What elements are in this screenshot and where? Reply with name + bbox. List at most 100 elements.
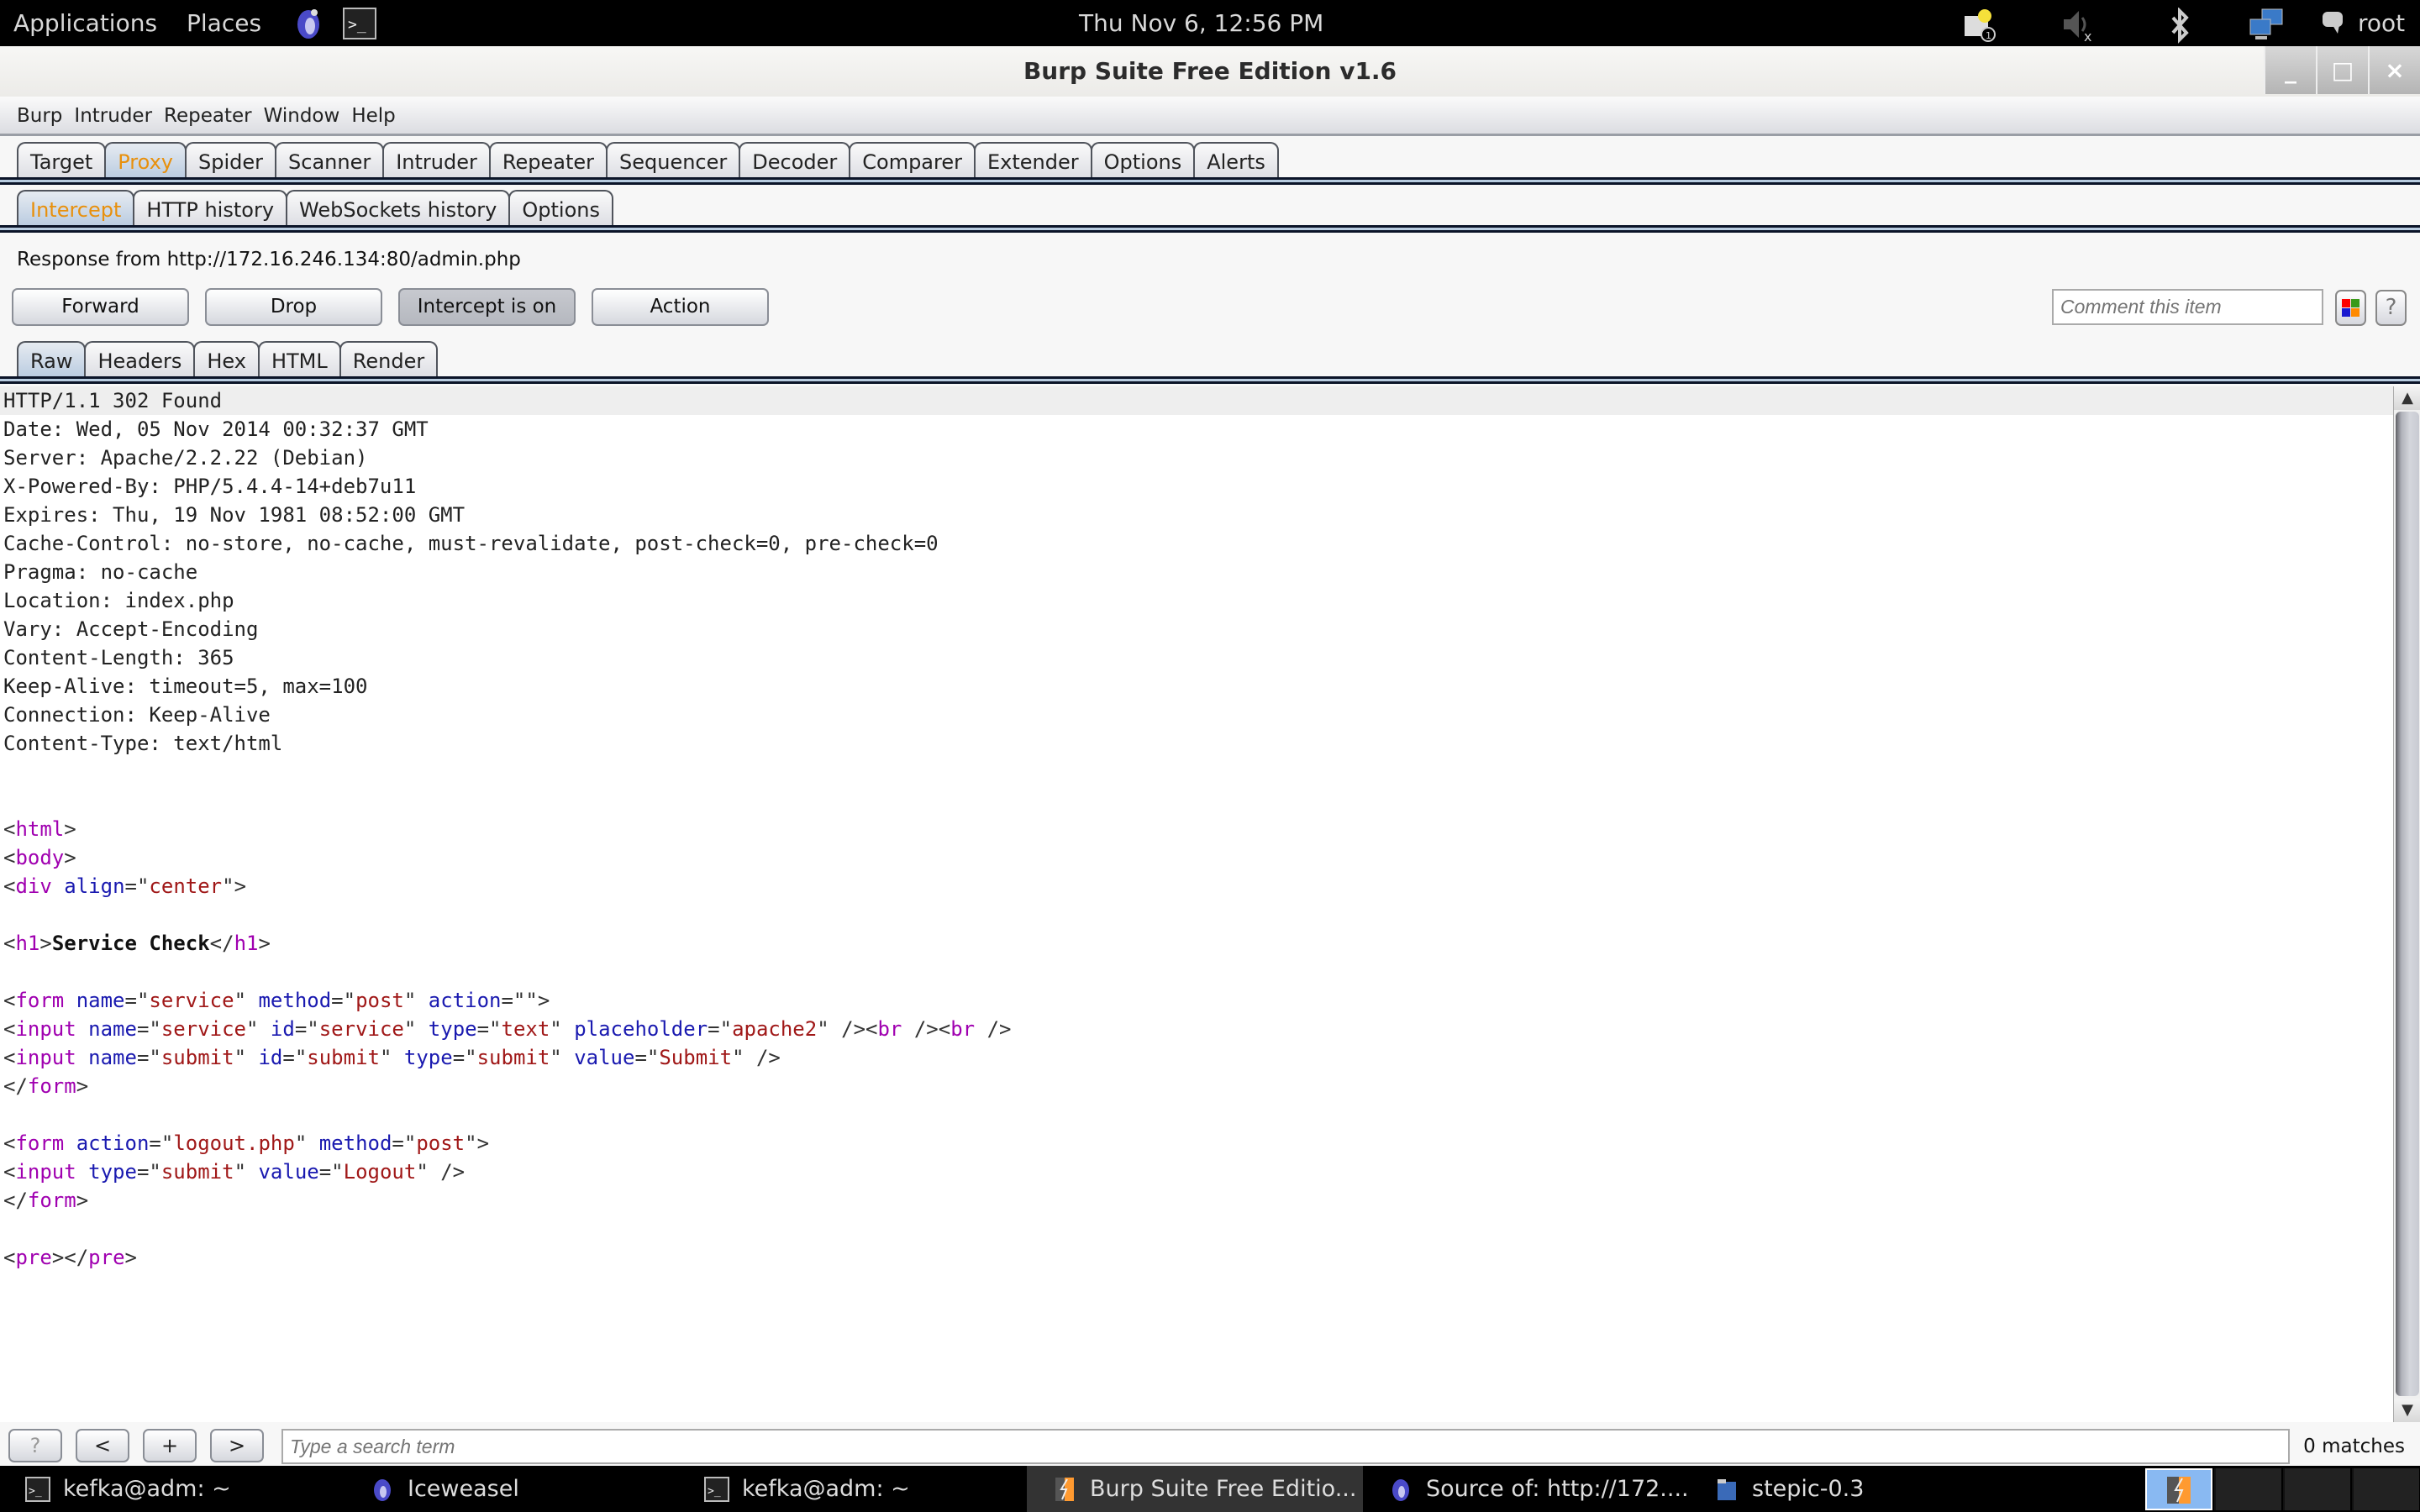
tab-html[interactable]: HTML [257,341,341,378]
terminal-icon: >_ [25,1477,50,1502]
tab-comparer[interactable]: Comparer [849,142,976,179]
menu-help[interactable]: Help [351,97,395,134]
tab-headers[interactable]: Headers [84,341,196,378]
header-line: Location: index.php [3,589,234,612]
tab-spider[interactable]: Spider [185,142,277,179]
iceweasel-launcher-icon[interactable] [292,8,324,39]
terminal-launcher-icon[interactable]: >_ [343,8,376,39]
workspace-4[interactable] [2352,1468,2419,1510]
body-line [0,900,2393,929]
action-button[interactable]: Action [592,288,769,326]
notification-icon[interactable]: 1 [1963,8,1996,42]
tab-hex[interactable]: Hex [193,341,260,378]
chat-icon[interactable] [2321,10,2353,42]
intercept-toggle-button[interactable]: Intercept is on [398,288,576,326]
tab-websockets-history[interactable]: WebSockets history [286,190,511,227]
maximize-button[interactable]: □ [2316,46,2368,94]
tab-options[interactable]: Options [1090,142,1196,179]
tab-intruder[interactable]: Intruder [382,142,491,179]
help-button[interactable]: ? [2375,290,2407,326]
network-icon[interactable] [2249,8,2283,39]
header-line: Cache-Control: no-store, no-cache, must-… [3,532,939,555]
tab-target[interactable]: Target [17,142,107,179]
taskbar-item[interactable]: Source of: http://172.... [1363,1466,1699,1512]
bluetooth-icon[interactable] [2168,7,2200,44]
svg-text:>_: >_ [348,16,366,34]
search-next-button[interactable]: > [210,1429,264,1462]
user-menu[interactable]: root [2358,0,2405,46]
forward-button[interactable]: Forward [12,288,189,326]
taskbar-item-active[interactable]: Burp Suite Free Editio... [1027,1466,1363,1512]
taskbar-item[interactable]: >_ kefka@adm: ~ [679,1466,1032,1512]
response-editor[interactable]: HTTP/1.1 302 Found Date: Wed, 05 Nov 2014… [0,386,2393,1422]
taskbar-item[interactable]: Iceweasel [345,1466,697,1512]
tab-intercept[interactable]: Intercept [17,190,135,227]
body-line: </form> [3,1189,89,1212]
search-add-button[interactable]: + [143,1429,197,1462]
taskbar-label: Burp Suite Free Editio... [1090,1476,1357,1502]
scroll-down-arrow[interactable]: ▼ [2394,1399,2420,1422]
tab-http-history[interactable]: HTTP history [133,190,288,227]
tab-sequencer[interactable]: Sequencer [606,142,741,179]
proxy-tabs-divider [0,225,2420,233]
burp-icon [2167,1477,2191,1504]
clock[interactable]: Thu Nov 6, 12:56 PM [1079,0,1323,46]
response-source-label: Response from http://172.16.246.134:80/a… [17,249,521,270]
tab-raw[interactable]: Raw [17,341,87,378]
volume-muted-icon[interactable]: x [2060,8,2092,45]
search-bar: ? < + > 0 matches [0,1422,2420,1466]
tab-alerts[interactable]: Alerts [1193,142,1279,179]
taskbar-item[interactable]: >_ kefka@adm: ~ [0,1466,353,1512]
search-help-button[interactable]: ? [8,1429,62,1462]
tab-proxy[interactable]: Proxy [104,142,187,179]
tab-proxy-options[interactable]: Options [508,190,613,227]
tab-decoder[interactable]: Decoder [739,142,851,179]
body-line: <input name="submit" id="submit" type="s… [3,1046,781,1069]
vertical-scrollbar[interactable]: ▲ ▼ [2393,386,2420,1422]
header-line: Content-Length: 365 [3,646,234,669]
applications-menu[interactable]: Applications [13,0,157,46]
drop-button[interactable]: Drop [205,288,382,326]
search-input[interactable] [281,1429,2290,1464]
header-line: Date: Wed, 05 Nov 2014 00:32:37 GMT [3,417,429,441]
tab-extender[interactable]: Extender [973,142,1092,179]
taskbar-label: kefka@adm: ~ [742,1476,910,1502]
top-panel: Applications Places >_ Thu Nov 6, 12:56 … [0,0,2420,46]
menu-burp[interactable]: Burp [17,97,62,134]
menu-repeater[interactable]: Repeater [164,97,252,134]
scroll-up-arrow[interactable]: ▲ [2394,386,2420,410]
header-line: Expires: Thu, 19 Nov 1981 08:52:00 GMT [3,503,466,527]
header-line: Content-Type: text/html [3,732,283,755]
body-line: <pre></pre> [3,1246,137,1269]
terminal-icon: >_ [704,1477,729,1502]
body-line: <form name="service" method="post" actio… [3,989,550,1012]
iceweasel-icon [374,1479,391,1501]
tab-scanner[interactable]: Scanner [275,142,385,179]
workspace-2[interactable] [2214,1468,2281,1510]
taskbar-item[interactable]: stepic-0.3 [1689,1466,1941,1512]
highlight-color-button[interactable] [2335,290,2366,326]
body-line [0,758,2393,786]
menubar: Burp Intruder Repeater Window Help [0,97,2420,136]
body-line [0,786,2393,815]
header-line: Pragma: no-cache [3,560,198,584]
close-button[interactable]: × [2368,46,2420,94]
places-menu[interactable]: Places [187,0,261,46]
menu-intruder[interactable]: Intruder [74,97,152,134]
body-line [0,958,2393,986]
window-titlebar[interactable]: Burp Suite Free Edition v1.6 _ □ × [0,46,2420,97]
comment-input[interactable] [2052,289,2323,325]
body-line: <form action="logout.php" method="post"> [3,1131,490,1155]
scroll-thumb[interactable] [2396,412,2419,1396]
header-line: Server: Apache/2.2.22 (Debian) [3,446,368,470]
body-line: <input type="submit" value="Logout" /> [3,1160,466,1184]
menu-window[interactable]: Window [264,97,340,134]
workspace-3[interactable] [2283,1468,2350,1510]
taskbar-label: stepic-0.3 [1752,1476,1865,1502]
minimize-button[interactable]: _ [2264,46,2316,94]
workspace-1[interactable] [2145,1468,2212,1510]
search-previous-button[interactable]: < [76,1429,129,1462]
tab-render[interactable]: Render [339,341,439,378]
tab-repeater[interactable]: Repeater [488,142,608,179]
header-line: Vary: Accept-Encoding [3,617,259,641]
